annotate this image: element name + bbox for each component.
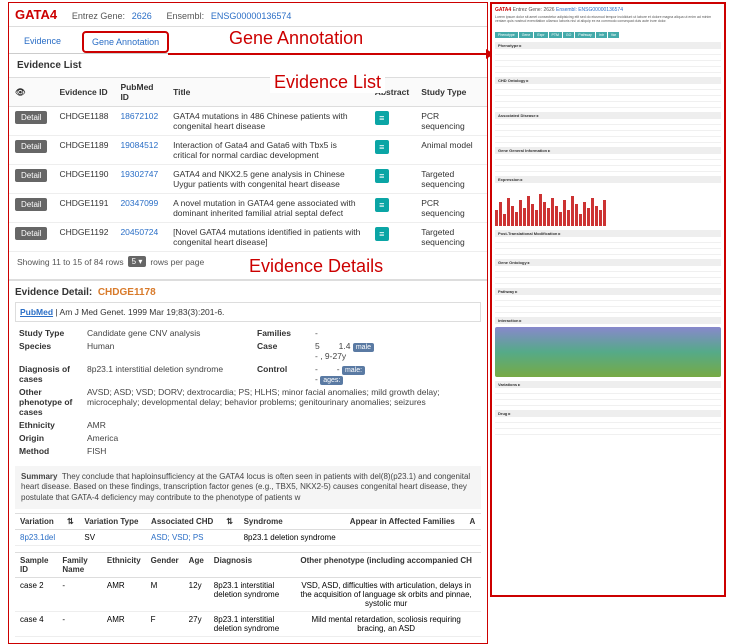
ensembl-link[interactable]: ENSG00000136574 [211, 11, 292, 21]
mini-data-row [495, 166, 721, 172]
entrez-link[interactable]: 2626 [132, 11, 152, 21]
evidence-row: Detail CHDGE1189 19084512 Interaction of… [9, 136, 487, 165]
mini-data-row [495, 400, 721, 406]
detail-reference: PubMed | Am J Med Genet. 1999 Mar 19;83(… [15, 302, 481, 322]
variation-table: Variation ⇅ Variation Type Associated CH… [15, 513, 481, 546]
mini-section-header[interactable]: Post-Translational Modification ▸ [495, 230, 721, 237]
evidence-row: Detail CHDGE1191 20347099 A novel mutati… [9, 194, 487, 223]
gene-symbol: GATA4 [15, 7, 57, 22]
evidence-row: Detail CHDGE1192 20450724 [Novel GATA4 m… [9, 223, 487, 252]
detail-button[interactable]: Detail [15, 198, 47, 211]
detail-button[interactable]: Detail [15, 227, 47, 240]
mini-section-header[interactable]: Drug ▸ [495, 410, 721, 417]
vcol-sort[interactable]: ⇅ [62, 514, 79, 530]
mini-desc: Lorem ipsum dolor sit amet consectetur a… [495, 15, 721, 29]
evidence-table: 👁 Evidence ID PubMed ID Title Abstract S… [9, 77, 487, 252]
mini-section-header[interactable]: Phenotype ▸ [495, 42, 721, 49]
variation-row: 8p23.1del SV ASD; VSD; PS 8p23.1 deletio… [15, 530, 481, 546]
detail-id: CHDGE1178 [98, 287, 156, 298]
mini-data-row [495, 429, 721, 435]
rows-per-page-select[interactable]: 5 ▾ [128, 256, 147, 267]
abstract-button[interactable]: ≡ [375, 140, 389, 154]
interaction-network [495, 327, 721, 377]
sample-row: case 4-AMRF27y8p23.1 interstitial deleti… [15, 612, 481, 637]
vcol-sort2[interactable]: ⇅ [221, 514, 238, 530]
vcol-a[interactable]: A [465, 514, 481, 530]
pubmed-id-link[interactable]: 19084512 [120, 140, 158, 150]
evidence-list-title: Evidence List [9, 54, 487, 77]
vcol-type[interactable]: Variation Type [79, 514, 146, 530]
detail-button[interactable]: Detail [15, 111, 47, 124]
detail-button[interactable]: Detail [15, 140, 47, 153]
summary-box: Summary They conclude that haploinsuffic… [15, 466, 481, 509]
mini-section-header[interactable]: Gene General Information ▸ [495, 147, 721, 154]
pubmed-link[interactable]: PubMed [20, 307, 53, 317]
detail-button[interactable]: Detail [15, 169, 47, 182]
detail-grid: Study TypeCandidate gene CNV analysis Fa… [15, 322, 481, 462]
mini-section-header[interactable]: Variations ▸ [495, 381, 721, 388]
col-eye: 👁 [9, 78, 53, 107]
abstract-button[interactable]: ≡ [375, 198, 389, 212]
mini-section-header[interactable]: Pathway ▸ [495, 288, 721, 295]
mini-section-header[interactable]: CHD Ontology ▸ [495, 77, 721, 84]
detail-title: Evidence Detail: CHDGE1178 [15, 287, 481, 298]
male-badge: male [353, 343, 374, 352]
mini-section-header[interactable]: Interaction ▸ [495, 317, 721, 324]
col-study[interactable]: Study Type [415, 78, 487, 107]
pubmed-id-link[interactable]: 20450724 [120, 227, 158, 237]
pubmed-id-link[interactable]: 18672102 [120, 111, 158, 121]
vcol-achd[interactable]: Associated CHD [146, 514, 221, 530]
vcol-syn[interactable]: Syndrome [239, 514, 345, 530]
mini-data-row [495, 278, 721, 284]
sample-row: case 2-AMRM12y8p23.1 interstitial deleti… [15, 578, 481, 612]
mini-data-row [495, 249, 721, 255]
variation-link[interactable]: 8p23.1del [20, 533, 55, 542]
pager-text: Showing 11 to 15 of 84 rows [17, 257, 124, 267]
mini-data-row [495, 137, 721, 143]
mini-section-header[interactable]: Expression ▸ [495, 176, 721, 183]
abstract-button[interactable]: ≡ [375, 227, 389, 241]
abstract-button[interactable]: ≡ [375, 169, 389, 183]
gene-header: GATA4 Entrez Gene: 2626 Ensembl: ENSG000… [9, 3, 487, 27]
tab-gene-annotation[interactable]: Gene Annotation [82, 31, 169, 53]
chd-links[interactable]: ASD; VSD; PS [151, 533, 203, 542]
col-eid[interactable]: Evidence ID [53, 78, 114, 107]
pager-suffix: rows per page [150, 257, 204, 267]
entrez-label: Entrez Gene: [72, 11, 125, 21]
mini-data-row [495, 307, 721, 313]
mini-section-header[interactable]: Gene Ontology ▸ [495, 259, 721, 266]
label-evidence-details: Evidence Details [245, 256, 387, 277]
vcol-var[interactable]: Variation [15, 514, 62, 530]
abstract-button[interactable]: ≡ [375, 111, 389, 125]
mini-section-header[interactable]: Associated Disease ▸ [495, 112, 721, 119]
tab-evidence[interactable]: Evidence [15, 31, 70, 53]
expression-chart [495, 186, 721, 226]
mini-data-row [495, 102, 721, 108]
col-pmid[interactable]: PubMed ID [114, 78, 167, 107]
ensembl-label: Ensembl: [167, 11, 205, 21]
mini-tabs: PhenotypeGeneExprPTMGOPathwayIntrVar [495, 32, 721, 38]
mini-data-row [495, 67, 721, 73]
evidence-row: Detail CHDGE1188 18672102 GATA4 mutation… [9, 107, 487, 136]
evidence-row: Detail CHDGE1190 19302747 GATA4 and NKX2… [9, 165, 487, 194]
label-gene-annotation: Gene Annotation [225, 28, 367, 49]
vcol-appear[interactable]: Appear in Affected Families [345, 514, 465, 530]
pubmed-id-link[interactable]: 19302747 [120, 169, 158, 179]
label-evidence-list: Evidence List [270, 72, 385, 93]
sample-table: Sample ID Family Name Ethnicity Gender A… [15, 552, 481, 637]
pubmed-id-link[interactable]: 20347099 [120, 198, 158, 208]
main-panel: GATA4 Entrez Gene: 2626 Ensembl: ENSG000… [8, 2, 488, 644]
annotation-preview-panel: GATA4 Entrez Gene: 2626 Ensembl: ENSG000… [490, 2, 726, 597]
evidence-detail-panel: Evidence Detail: CHDGE1178 PubMed | Am J… [9, 279, 487, 643]
arrow-icon [168, 53, 486, 55]
